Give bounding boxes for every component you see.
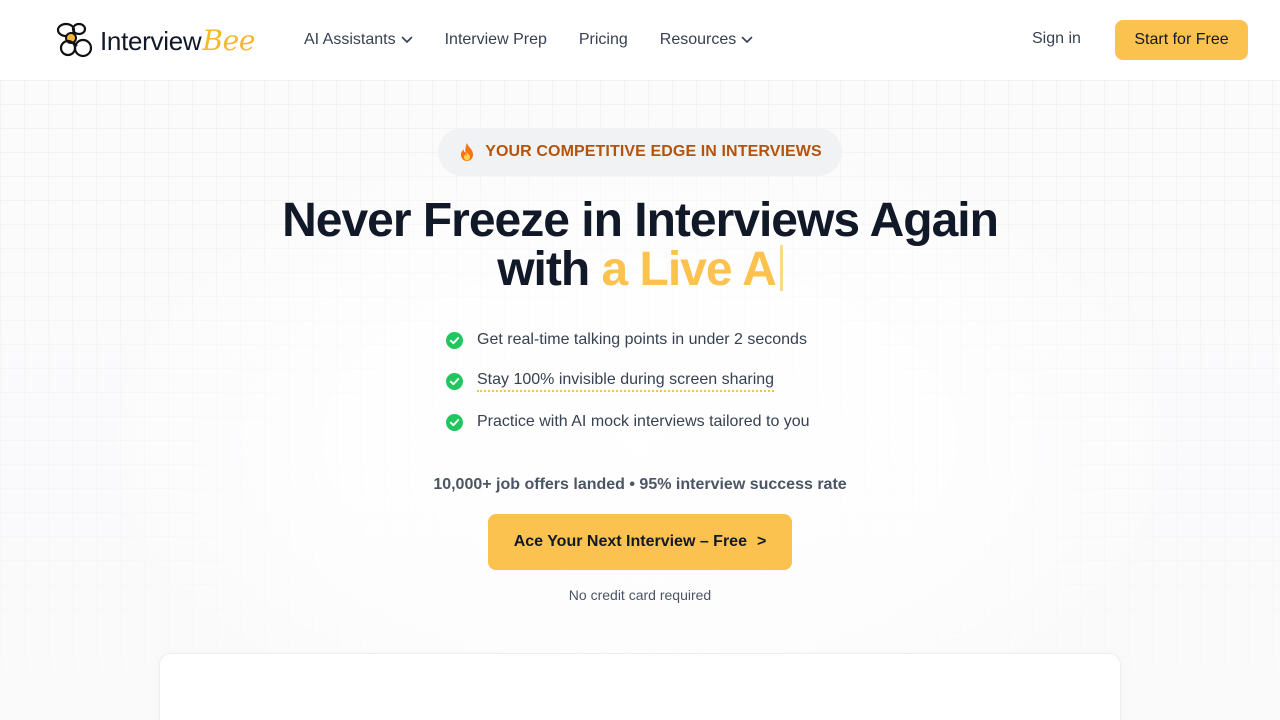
nav-item-label: Interview Prep (444, 31, 547, 48)
ace-interview-button[interactable]: Ace Your Next Interview – Free > (488, 514, 792, 570)
typing-caret (779, 245, 783, 291)
sign-in-link[interactable]: Sign in (1032, 30, 1081, 48)
nav-item-resources[interactable]: Resources (660, 31, 753, 49)
feature-item: Stay 100% invisible during screen sharin… (446, 369, 810, 393)
start-for-free-button[interactable]: Start for Free (1115, 20, 1248, 60)
hero-badge-text: YOUR COMPETITIVE EDGE IN INTERVIEWS (485, 143, 822, 160)
feature-item: Get real-time talking points in under 2 … (446, 328, 810, 352)
headline-highlight: a Live A (601, 243, 777, 296)
cta-arrow: > (756, 533, 767, 550)
logo-text-main: Interview (100, 25, 202, 56)
headline-line-1: Never Freeze in Interviews Again (282, 194, 999, 247)
chevron-down-icon (741, 36, 753, 43)
feature-text: Practice with AI mock interviews tailore… (477, 413, 810, 430)
bee-icon (56, 22, 93, 58)
nav-item-label: Resources (659, 31, 737, 48)
nav-item-label: AI Assistants (304, 31, 396, 48)
site-header: Interview Bee AI Assistants Interview Pre… (0, 0, 1280, 80)
nav-item-ai-assistants[interactable]: AI Assistants (304, 31, 413, 49)
nav-item-label: Pricing (578, 31, 628, 48)
no-credit-card-note: No credit card required (568, 587, 712, 603)
logo[interactable]: Interview Bee (56, 20, 255, 60)
check-circle-icon (446, 413, 463, 431)
feature-text: Stay 100% invisible during screen sharin… (477, 371, 775, 392)
feature-list: Get real-time talking points in under 2 … (446, 328, 810, 451)
feature-item: Practice with AI mock interviews tailore… (446, 410, 810, 434)
social-proof-stats: 10,000+ job offers landed • 95% intervie… (433, 476, 847, 493)
hero-headline: Never Freeze in Interviews Again with a … (0, 196, 1280, 294)
headline-line-2-prefix: with (497, 243, 590, 296)
cta-label: Ace Your Next Interview – Free (513, 533, 747, 550)
nav-item-interview-prep[interactable]: Interview Prep (445, 31, 547, 49)
feature-text: Get real-time talking points in under 2 … (477, 331, 807, 348)
chevron-down-icon (401, 36, 412, 43)
logo-text-accent: Bee (202, 23, 256, 57)
fire-icon (461, 143, 474, 161)
check-circle-icon (446, 331, 463, 349)
main-nav: AI Assistants Interview Prep Pricing Res… (304, 0, 785, 80)
check-circle-icon (446, 372, 463, 390)
nav-item-pricing[interactable]: Pricing (579, 31, 628, 49)
product-preview-card (159, 653, 1121, 720)
logo-text: Interview Bee (100, 24, 255, 57)
hero-badge: YOUR COMPETITIVE EDGE IN INTERVIEWS (438, 128, 842, 176)
